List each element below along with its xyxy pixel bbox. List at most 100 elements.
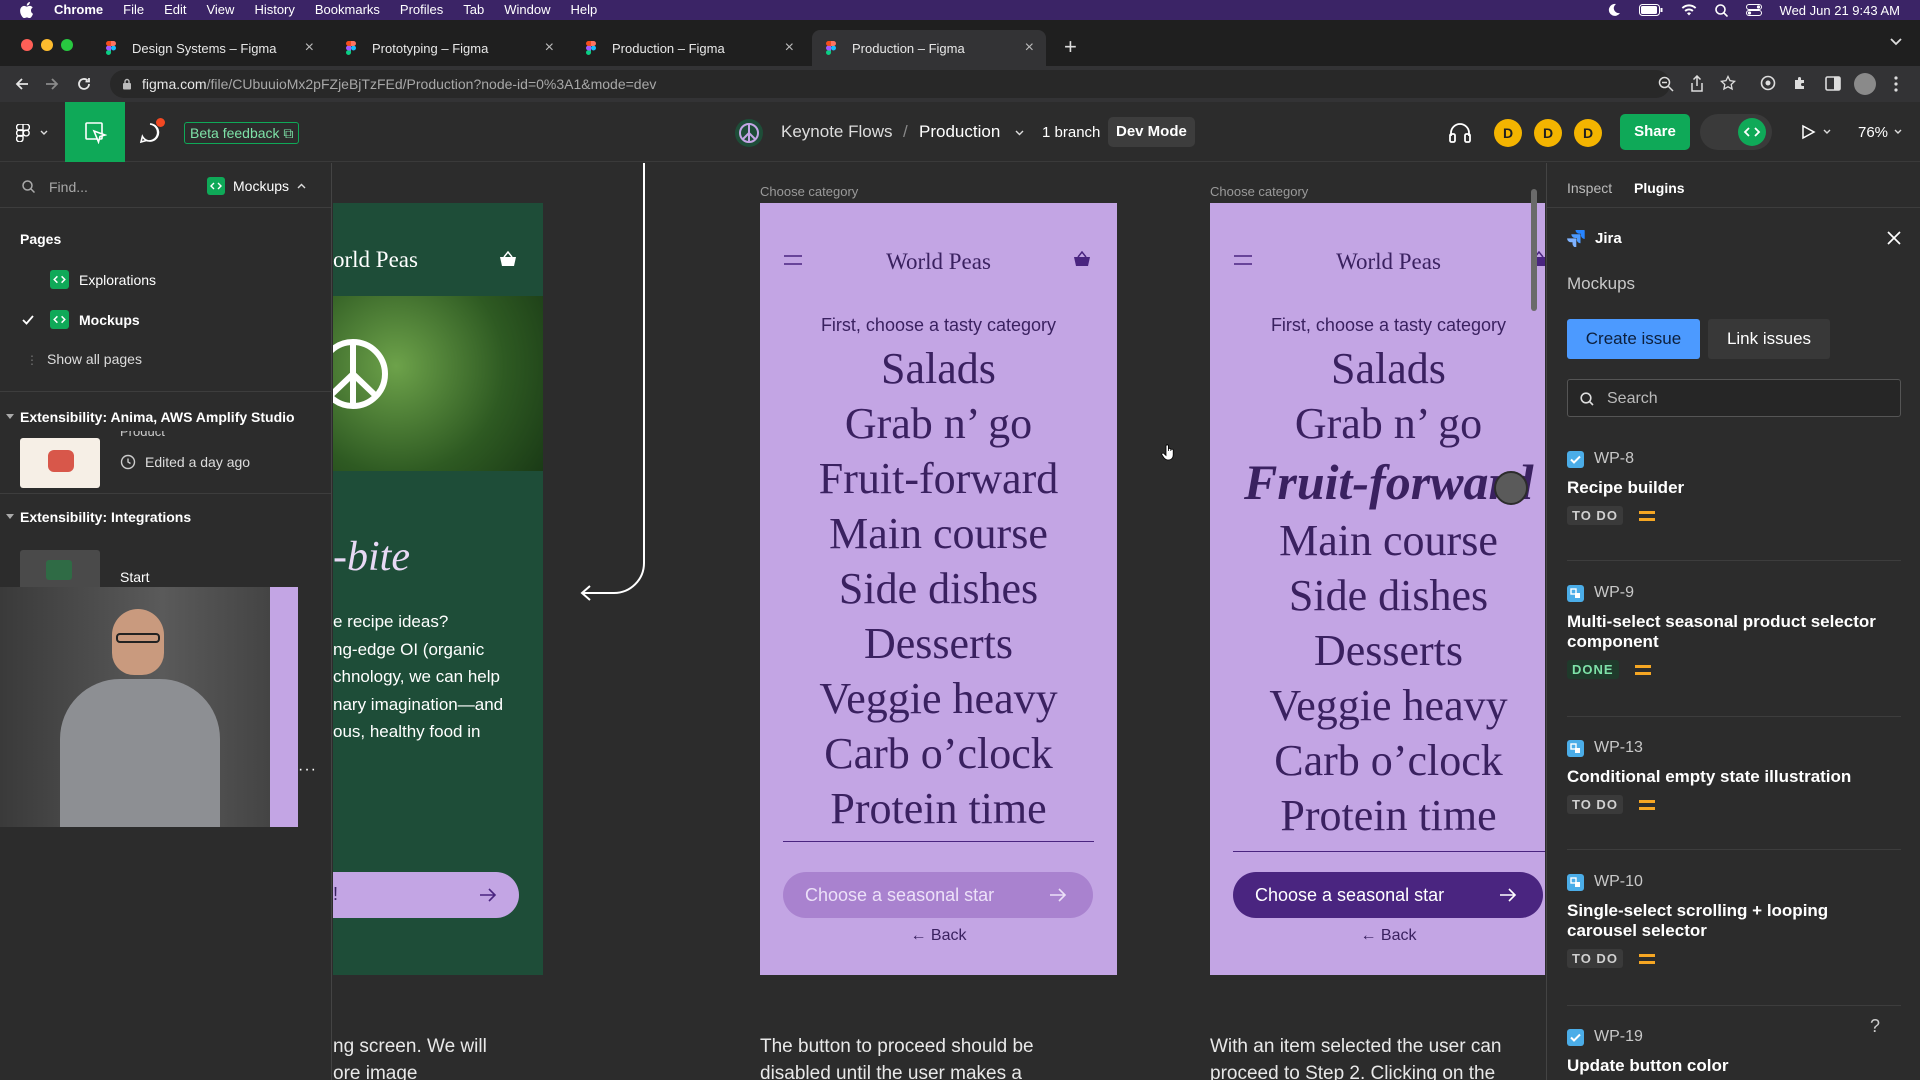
tab-close-icon[interactable]: × bbox=[305, 39, 314, 57]
menu-tab[interactable]: Tab bbox=[463, 0, 484, 20]
frame-item-title[interactable]: Start bbox=[120, 569, 150, 585]
menu-profiles[interactable]: Profiles bbox=[400, 0, 443, 20]
category-option[interactable]: Carb o’clock bbox=[1210, 733, 1545, 788]
category-option[interactable]: Side dishes bbox=[760, 561, 1117, 616]
category-option[interactable]: Protein time bbox=[760, 781, 1117, 836]
find-input[interactable]: Find... bbox=[49, 179, 88, 195]
section-title[interactable]: Extensibility: Anima, AWS Amplify Studio bbox=[20, 409, 295, 425]
file-name[interactable]: Keynote Flows bbox=[781, 122, 893, 142]
zoom-level[interactable]: 76% bbox=[1858, 124, 1888, 141]
tab-close-icon[interactable]: × bbox=[785, 39, 794, 57]
help-button[interactable]: ? bbox=[1870, 1016, 1880, 1037]
choose-category-selected-frame[interactable]: World Peas First, choose a tasty categor… bbox=[1210, 203, 1545, 975]
category-option[interactable]: Fruit-forward bbox=[760, 451, 1117, 506]
share-button[interactable]: Share bbox=[1620, 114, 1690, 150]
menu-app-name[interactable]: Chrome bbox=[54, 0, 103, 20]
page-item-mockups[interactable]: Mockups bbox=[50, 310, 140, 329]
control-center-icon[interactable] bbox=[1745, 4, 1762, 16]
sidebar-toggle-icon[interactable] bbox=[1825, 76, 1841, 91]
issue-card[interactable]: WP-10 Single-select scrolling + looping … bbox=[1567, 873, 1901, 968]
create-issue-button[interactable]: Create issue bbox=[1567, 319, 1700, 359]
category-option[interactable]: Main course bbox=[760, 506, 1117, 561]
figma-main-menu-icon[interactable] bbox=[16, 124, 30, 142]
frame-thumbnail[interactable] bbox=[20, 550, 100, 590]
section-caret-icon[interactable] bbox=[6, 514, 14, 520]
spotlight-search-icon[interactable] bbox=[1714, 3, 1728, 17]
page-selector[interactable]: Mockups bbox=[207, 177, 306, 195]
category-option[interactable]: Desserts bbox=[1210, 623, 1545, 678]
extensions-puzzle-icon[interactable] bbox=[1792, 75, 1808, 91]
branch-count[interactable]: 1 branch bbox=[1042, 124, 1100, 141]
category-option[interactable]: Salads bbox=[760, 341, 1117, 396]
frame-label[interactable]: Choose category bbox=[760, 184, 858, 199]
menu-edit[interactable]: Edit bbox=[164, 0, 186, 20]
menu-help[interactable]: Help bbox=[571, 0, 598, 20]
choose-seasonal-star-button[interactable]: Choose a seasonal star bbox=[1233, 872, 1543, 918]
page-chevron-down-icon[interactable] bbox=[1015, 130, 1024, 136]
reload-icon[interactable] bbox=[76, 76, 92, 92]
category-option[interactable]: Veggie heavy bbox=[760, 671, 1117, 726]
window-close-button[interactable] bbox=[21, 39, 33, 51]
collaborator-avatar[interactable]: D bbox=[1494, 119, 1522, 147]
frame-label[interactable]: Choose category bbox=[1210, 184, 1308, 199]
back-link[interactable]: ← Back bbox=[1210, 927, 1545, 945]
show-all-pages-link[interactable]: Show all pages bbox=[47, 351, 142, 367]
chevron-down-icon[interactable] bbox=[40, 130, 48, 136]
menu-view[interactable]: View bbox=[206, 0, 234, 20]
page-name[interactable]: Production bbox=[919, 122, 1000, 142]
issue-card[interactable]: WP-9 Multi-select seasonal product selec… bbox=[1567, 584, 1901, 679]
category-option[interactable]: Salads bbox=[1210, 341, 1545, 396]
home-mockup-frame[interactable]: orld Peas -bite e recipe ideas? ng-edge … bbox=[333, 203, 543, 975]
collaborator-avatar[interactable]: D bbox=[1534, 119, 1562, 147]
section-title[interactable]: Extensibility: Integrations bbox=[20, 509, 191, 525]
inspect-tool-button[interactable] bbox=[65, 102, 125, 162]
dev-mode-badge[interactable]: Dev Mode bbox=[1108, 117, 1195, 147]
window-minimize-button[interactable] bbox=[41, 39, 53, 51]
tab-plugins[interactable]: Plugins bbox=[1634, 180, 1685, 196]
new-tab-button[interactable]: + bbox=[1064, 34, 1077, 60]
battery-icon[interactable] bbox=[1638, 4, 1663, 16]
url-field[interactable]: figma.com/file/CUbuuioMx2pFZjeBjTzFEd/Pr… bbox=[110, 70, 1670, 98]
section-caret-icon[interactable] bbox=[6, 414, 14, 420]
forward-arrow-icon[interactable] bbox=[44, 76, 60, 92]
issue-card[interactable]: WP-19 Update button color bbox=[1567, 1028, 1901, 1076]
category-option[interactable]: Carb o’clock bbox=[760, 726, 1117, 781]
menubar-clock[interactable]: Wed Jun 21 9:43 AM bbox=[1780, 3, 1900, 18]
extension-icon[interactable] bbox=[1760, 75, 1776, 91]
profile-avatar[interactable] bbox=[1854, 73, 1876, 95]
moon-icon[interactable] bbox=[1607, 3, 1621, 17]
choose-seasonal-star-button[interactable]: Choose a seasonal star bbox=[783, 872, 1093, 918]
apple-icon[interactable] bbox=[20, 2, 34, 18]
category-option[interactable]: Protein time bbox=[1210, 788, 1545, 843]
browser-tab-production-2[interactable]: Production – Figma × bbox=[812, 30, 1046, 66]
category-option[interactable]: Grab n’ go bbox=[1210, 396, 1545, 451]
browser-tab-prototyping[interactable]: Prototyping – Figma × bbox=[332, 30, 566, 66]
hero-cta-button[interactable]: ! bbox=[333, 872, 519, 918]
site-info-icon[interactable] bbox=[122, 78, 132, 90]
menu-window[interactable]: Window bbox=[504, 0, 550, 20]
bookmark-star-icon[interactable] bbox=[1720, 75, 1736, 91]
canvas-scrollbar[interactable] bbox=[1531, 189, 1537, 311]
present-play-icon[interactable] bbox=[1800, 124, 1816, 140]
menu-history[interactable]: History bbox=[254, 0, 294, 20]
wifi-icon[interactable] bbox=[1681, 4, 1697, 16]
category-option[interactable]: Side dishes bbox=[1210, 568, 1545, 623]
close-icon[interactable] bbox=[1887, 231, 1901, 245]
more-dots-icon[interactable]: ··· bbox=[298, 761, 317, 779]
issue-card[interactable]: WP-8 Recipe builder TO DO bbox=[1567, 450, 1901, 525]
issue-card[interactable]: WP-13 Conditional empty state illustrati… bbox=[1567, 739, 1901, 814]
browser-tab-design-systems[interactable]: Design Systems – Figma × bbox=[92, 30, 326, 66]
dev-mode-toggle[interactable] bbox=[1700, 114, 1772, 150]
window-zoom-button[interactable] bbox=[61, 39, 73, 51]
design-canvas[interactable]: orld Peas -bite e recipe ideas? ng-edge … bbox=[333, 163, 1545, 1080]
share-page-icon[interactable] bbox=[1690, 75, 1704, 92]
choose-category-frame[interactable]: World Peas First, choose a tasty categor… bbox=[760, 203, 1117, 975]
browser-tab-production-1[interactable]: Production – Figma × bbox=[572, 30, 806, 66]
category-option[interactable]: Desserts bbox=[760, 616, 1117, 671]
collaborator-avatar[interactable]: D bbox=[1574, 119, 1602, 147]
menu-file[interactable]: File bbox=[123, 0, 144, 20]
page-item-explorations[interactable]: Explorations bbox=[50, 270, 156, 289]
tab-search-chevron-icon[interactable] bbox=[1890, 38, 1902, 46]
present-chevron-down-icon[interactable] bbox=[1823, 129, 1831, 135]
beta-feedback-button[interactable]: Beta feedback ⧉ bbox=[184, 122, 300, 144]
